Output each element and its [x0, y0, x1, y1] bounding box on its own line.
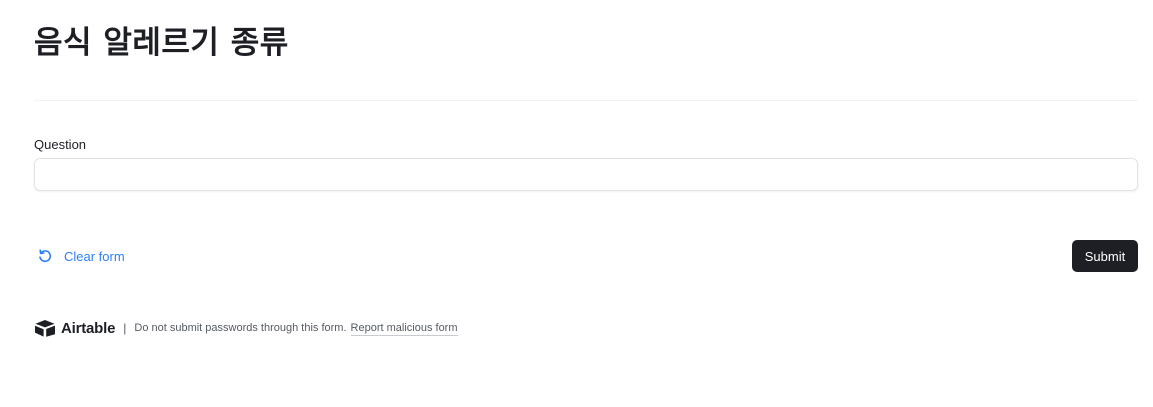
- footer-note: Do not submit passwords through this for…: [134, 322, 347, 334]
- report-malicious-form-link[interactable]: Report malicious form: [350, 321, 458, 336]
- clear-form-button[interactable]: Clear form: [37, 246, 125, 266]
- airtable-brand[interactable]: Airtable: [34, 319, 115, 337]
- airtable-logo-icon: [35, 320, 55, 337]
- clear-form-label: Clear form: [64, 248, 125, 264]
- form-title: 음식 알레르기 종류: [34, 25, 289, 61]
- title-divider: [34, 100, 1138, 101]
- footer-separator: |: [123, 321, 127, 335]
- refresh-ccw-icon: [39, 249, 52, 263]
- brand-name: Airtable: [61, 319, 116, 337]
- submit-button[interactable]: Submit: [1072, 240, 1138, 272]
- footer: Airtable | Do not submit passwords throu…: [34, 318, 458, 338]
- form-page: 음식 알레르기 종류 Question Clear form Submit Ai…: [0, 0, 1153, 407]
- question-label: Question: [34, 137, 87, 152]
- question-input[interactable]: [34, 158, 1138, 191]
